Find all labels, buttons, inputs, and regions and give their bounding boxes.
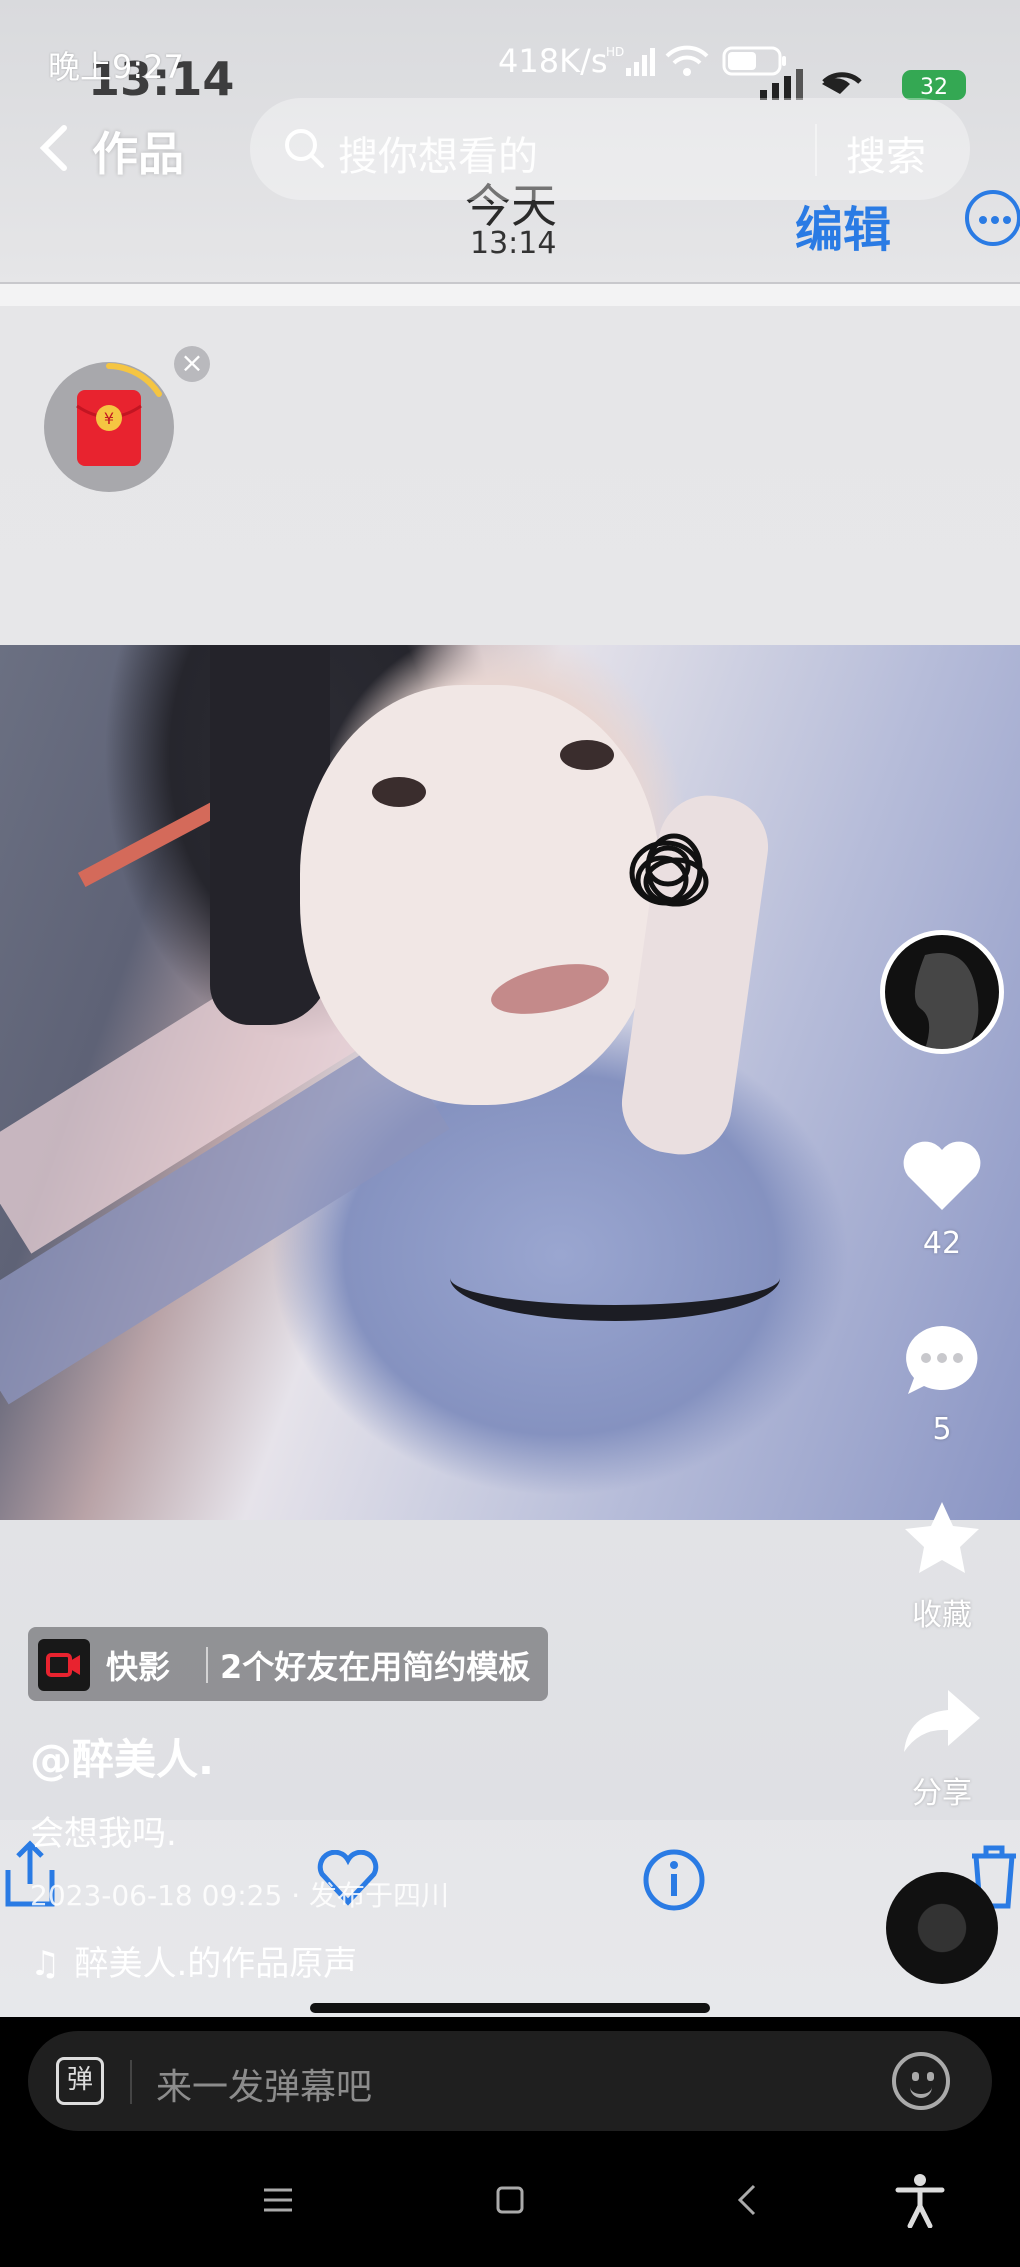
- music-disc-icon[interactable]: [886, 1872, 998, 1984]
- danmu-divider: [130, 2060, 132, 2104]
- star-icon: [905, 1502, 979, 1573]
- post-caption: 会想我吗.: [30, 1814, 177, 1854]
- author-avatar[interactable]: [880, 930, 1004, 1054]
- page-title: 作品: [92, 127, 184, 181]
- network-speed: 418K/s: [498, 42, 608, 80]
- back-button[interactable]: [30, 118, 80, 178]
- accessibility-icon[interactable]: [892, 2172, 948, 2228]
- svg-text:HD: HD: [606, 45, 624, 59]
- music-note-icon: ♫: [30, 1944, 61, 1984]
- post-datetime: 2023-06-18 09:25: [30, 1879, 283, 1912]
- kuaiying-logo-icon: [38, 1639, 90, 1691]
- inner-day-time: 13:14: [470, 226, 557, 261]
- author-name[interactable]: @醉美人.: [30, 1726, 214, 1787]
- search-button[interactable]: 搜索: [846, 124, 926, 182]
- red-packet-close-icon[interactable]: ×: [174, 346, 210, 382]
- collect-button[interactable]: 收藏: [890, 1498, 994, 1634]
- share-arrow-icon: [904, 1690, 980, 1752]
- search-icon: [285, 129, 324, 168]
- heart-icon: [903, 1141, 981, 1210]
- battery-icon: [722, 46, 786, 76]
- inner-more-icon: [965, 190, 1020, 246]
- status-time: 晚上9:27: [48, 48, 184, 86]
- search-placeholder: 搜你想看的: [338, 134, 538, 180]
- red-packet-widget[interactable]: ¥: [44, 362, 174, 492]
- search-divider: [815, 124, 817, 176]
- inner-home-indicator: [310, 2003, 710, 2013]
- back-nav-icon[interactable]: [728, 2180, 768, 2220]
- video-frame: [0, 645, 1020, 1520]
- inner-divider: [0, 282, 1020, 306]
- danmu-toggle-icon[interactable]: 弹: [56, 2057, 104, 2105]
- screen: 13:14 32 今天 13:14 编辑 晚上9:27 418K/s HD 作品…: [0, 0, 1020, 2267]
- emoji-icon[interactable]: [892, 2052, 950, 2110]
- music-info[interactable]: ♫ 醉美人.的作品原声: [30, 1936, 357, 1985]
- video-player[interactable]: 13:14 32 今天 13:14 编辑 晚上9:27 418K/s HD 作品…: [0, 0, 1020, 2017]
- scribble-mark: [629, 833, 709, 907]
- home-icon[interactable]: [490, 2180, 530, 2220]
- svg-text:¥: ¥: [104, 409, 114, 428]
- like-count: 42: [922, 1226, 962, 1261]
- post-location: 发布于四川: [309, 1879, 450, 1912]
- template-app-name: 快影: [106, 1648, 171, 1686]
- template-text: 2个好友在用简约模板: [220, 1648, 531, 1686]
- comment-button[interactable]: 5: [890, 1320, 994, 1447]
- menu-icon[interactable]: [258, 2180, 298, 2220]
- comment-count: 5: [932, 1412, 952, 1447]
- danmu-placeholder: 来一发弹幕吧: [156, 2067, 373, 2108]
- post-meta: 2023-06-18 09:25 · 发布于四川: [30, 1879, 450, 1912]
- wifi-icon: [665, 45, 709, 76]
- inner-edit-button: 编辑: [795, 202, 892, 258]
- template-chip[interactable]: 快影 2个好友在用简约模板: [28, 1627, 548, 1701]
- red-packet-icon: ¥: [76, 363, 162, 466]
- collect-label: 收藏: [912, 1598, 972, 1633]
- music-title: 醉美人.的作品原声: [74, 1944, 358, 1984]
- share-label: 分享: [912, 1776, 972, 1811]
- comment-icon: [906, 1326, 978, 1394]
- share-button[interactable]: 分享: [890, 1686, 994, 1812]
- signal-icon: HD: [606, 45, 655, 76]
- like-button[interactable]: 42: [890, 1140, 994, 1261]
